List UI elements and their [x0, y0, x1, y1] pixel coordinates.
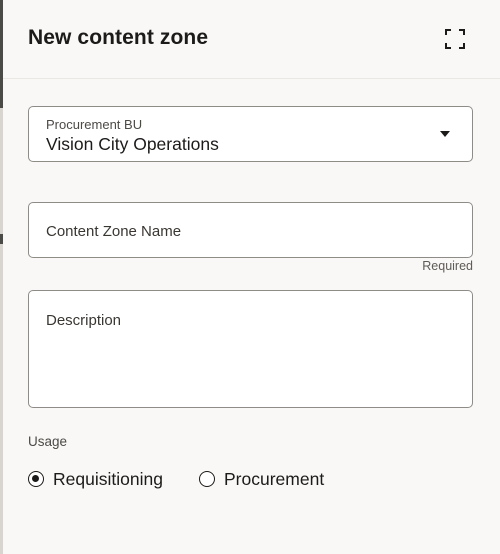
radio-requisitioning[interactable]: Requisitioning	[28, 468, 163, 490]
new-content-zone-drawer: New content zone Procurement BU Vision C…	[3, 0, 500, 554]
required-hint: Required	[422, 259, 473, 273]
usage-label: Usage	[28, 434, 68, 449]
drawer-title: New content zone	[28, 26, 209, 49]
expand-button[interactable]	[441, 25, 469, 53]
procurement-bu-value: Vision City Operations	[46, 134, 219, 154]
expand-icon	[445, 29, 465, 49]
content-zone-name-input[interactable]: Content Zone Name	[28, 202, 473, 258]
radio-checked-icon	[28, 471, 44, 487]
radio-procurement[interactable]: Procurement	[199, 468, 324, 490]
drawer-header: New content zone	[3, 0, 500, 79]
radio-requisitioning-label: Requisitioning	[53, 468, 163, 489]
description-placeholder: Description	[46, 312, 122, 329]
procurement-bu-label: Procurement BU	[46, 117, 143, 132]
procurement-bu-select[interactable]: Procurement BU Vision City Operations	[28, 106, 473, 162]
radio-procurement-label: Procurement	[224, 468, 325, 489]
content-zone-name-placeholder: Content Zone Name	[46, 223, 182, 240]
description-textarea[interactable]: Description	[28, 290, 473, 408]
dropdown-arrow-icon	[440, 131, 450, 137]
radio-unchecked-icon	[199, 471, 215, 487]
